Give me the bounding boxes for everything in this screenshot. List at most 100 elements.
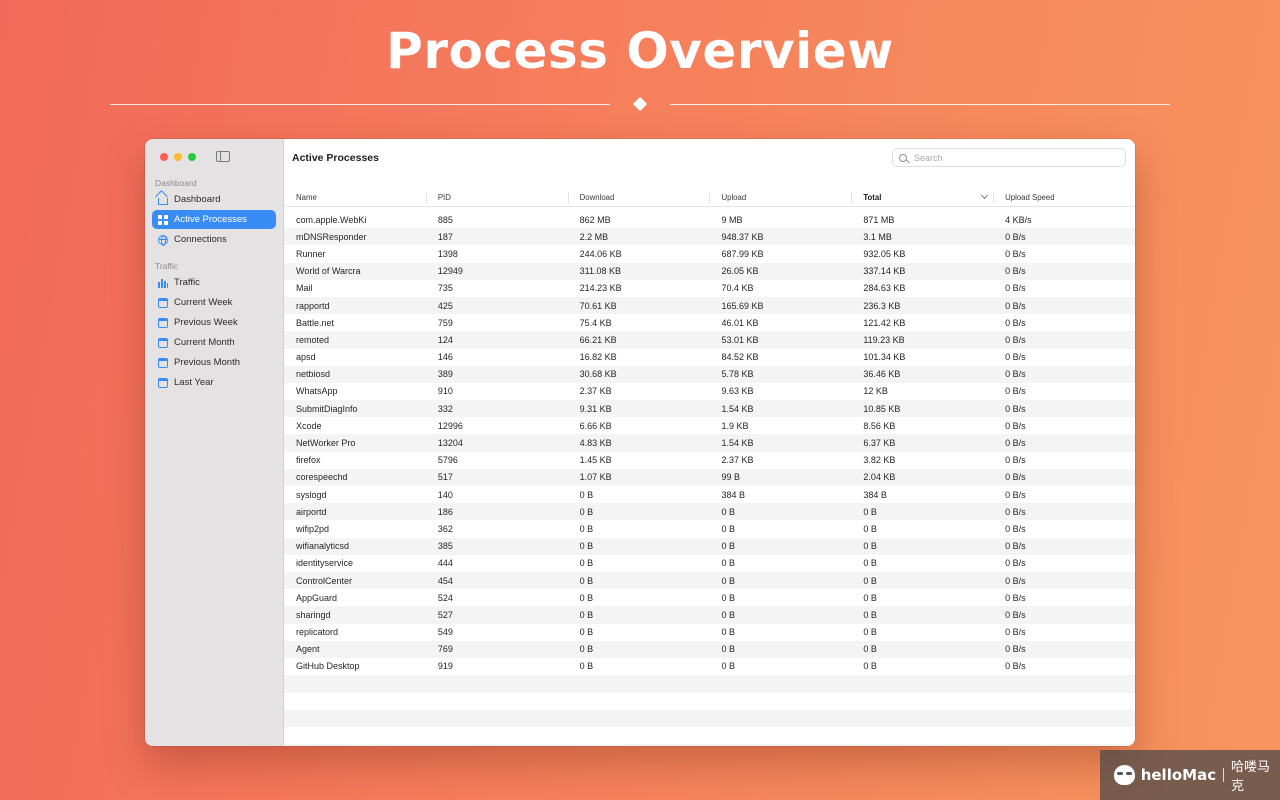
cell-pid: 385	[437, 541, 453, 552]
table-row[interactable]: Agent 769 0 B 0 B 0 B 0 B/s	[284, 640, 1135, 658]
cell-upload: 0 B	[721, 644, 735, 655]
table-row[interactable]: Mail 735 214.23 KB 70.4 KB 284.63 KB 0 B/s	[284, 280, 1135, 297]
cell-download: 862 MB	[579, 214, 611, 225]
table-row[interactable]: netbiosd 389 30.68 KB 5.78 KB 36.46 KB 0 B/s	[284, 365, 1135, 383]
sidebar-item-traffic[interactable]: Traffic	[152, 273, 276, 292]
chevron-down-icon[interactable]	[981, 191, 989, 200]
cell-pid: 549	[437, 627, 453, 638]
cell-pid: 124	[437, 334, 453, 345]
sidebar-item-dashboard[interactable]: Dashboard	[152, 190, 276, 209]
table-row[interactable]: com.apple.WebKi 885 862 MB 9 MB 871 MB 4 KB/s	[284, 211, 1135, 228]
cell-pid: 389	[437, 369, 453, 380]
table-row[interactable]: airportd 186 0 B 0 B 0 B 0 B/s	[284, 503, 1135, 521]
close-window-button[interactable]	[160, 153, 168, 161]
table-row[interactable]: sharingd 527 0 B 0 B 0 B 0 B/s	[284, 606, 1135, 624]
cell-total: 236.3 KB	[863, 300, 901, 311]
cell-upload: 0 B	[721, 523, 735, 534]
sidebar-item-previous-week[interactable]: Previous Week	[152, 313, 276, 332]
cell-download: 2.37 KB	[579, 386, 612, 397]
table-row[interactable]: corespeechd 517 1.07 KB 99 B 2.04 KB 0 B/s	[284, 468, 1135, 486]
cell-total: 384 B	[863, 489, 887, 500]
column-header-total[interactable]: Total	[851, 188, 993, 206]
cell-pid: 444	[437, 558, 453, 569]
cell-upload: 0 B	[721, 592, 735, 603]
cell-upload-speed: 0 B/s	[1005, 300, 1026, 311]
sidebar-item-current-month[interactable]: Current Month	[152, 333, 276, 352]
cell-total: 0 B	[863, 558, 877, 569]
house-icon	[158, 198, 168, 205]
cell-pid: 146	[437, 352, 453, 363]
table-row[interactable]: firefox 5796 1.45 KB 2.37 KB 3.82 KB 0 B/s	[284, 452, 1135, 469]
cell-upload-speed: 0 B/s	[1005, 231, 1026, 242]
table-row[interactable]: GitHub Desktop 919 0 B 0 B 0 B 0 B/s	[284, 658, 1135, 675]
table-row[interactable]: remoted 124 66.21 KB 53.01 KB 119.23 KB 0 B/s	[284, 331, 1135, 349]
hero-title: Process Overview	[386, 22, 894, 80]
cell-pid: 13204	[437, 438, 463, 449]
watermark-chinese: 哈喽马克	[1231, 759, 1271, 793]
column-header-total-label: Total	[863, 192, 882, 202]
column-header-upload[interactable]: Upload	[709, 188, 851, 206]
table-row[interactable]: NetWorker Pro 13204 4.83 KB 1.54 KB 6.37 KB 0…	[284, 434, 1135, 452]
search-input[interactable]	[914, 152, 1114, 163]
column-header-upload-speed[interactable]: Upload Speed	[993, 188, 1135, 206]
table-row[interactable]: syslogd 140 0 B 384 B 384 B 0 B/s	[284, 486, 1135, 503]
search-field[interactable]	[892, 148, 1126, 167]
sidebar: Dashboard Dashboard Active Processes Con…	[145, 139, 284, 746]
cell-upload: 26.05 KB	[721, 266, 759, 277]
cell-upload-speed: 0 B/s	[1005, 317, 1026, 328]
table-row[interactable]: World of Warcra 12949 311.08 KB 26.05 KB 337…	[284, 262, 1135, 280]
cell-upload: 2.37 KB	[721, 455, 754, 466]
table-row[interactable]: wifianalyticsd 385 0 B 0 B 0 B 0 B/s	[284, 537, 1135, 555]
table-row[interactable]: ControlCenter 454 0 B 0 B 0 B 0 B/s	[284, 571, 1135, 590]
column-header-name[interactable]: Name	[284, 188, 426, 206]
watermark: helloMac 哈喽马克	[1100, 750, 1280, 800]
cell-total: 932.05 KB	[863, 248, 906, 259]
sidebar-item-connections[interactable]: Connections	[152, 230, 276, 249]
calendar-icon	[158, 357, 168, 368]
cell-download: 1.45 KB	[579, 455, 612, 466]
sidebar-item-previous-month[interactable]: Previous Month	[152, 353, 276, 372]
cell-pid: 5796	[437, 455, 458, 466]
cell-download: 0 B	[579, 523, 594, 534]
table-row[interactable]: SubmitDiagInfo 332 9.31 KB 1.54 KB 10.85 KB 0…	[284, 400, 1135, 418]
minimize-window-button[interactable]	[174, 153, 182, 161]
column-header-pid[interactable]: PID	[425, 188, 568, 206]
table-row[interactable]: mDNSResponder 187 2.2 MB 948.37 KB 3.1 MB 0 B…	[284, 228, 1135, 246]
table-row[interactable]: replicatord 549 0 B 0 B 0 B 0 B/s	[284, 624, 1135, 641]
sidebar-toggle-icon[interactable]	[216, 151, 230, 162]
cell-download: 0 B	[579, 609, 594, 620]
cell-pid: 524	[437, 592, 453, 603]
cell-upload-speed: 0 B/s	[1005, 644, 1026, 655]
cell-upload-speed: 0 B/s	[1005, 369, 1026, 380]
cell-upload: 1.9 KB	[721, 420, 749, 431]
cell-upload-speed: 0 B/s	[1005, 334, 1026, 345]
cell-total: 0 B	[863, 592, 877, 603]
cell-name: com.apple.WebKi	[296, 214, 367, 225]
table-row[interactable]: wifip2pd 362 0 B 0 B 0 B 0 B/s	[284, 520, 1135, 537]
calendar-icon	[158, 317, 168, 328]
cell-pid: 454	[437, 575, 453, 586]
column-header-download[interactable]: Download	[567, 188, 710, 206]
table-row[interactable]: Battle.net 759 75.4 KB 46.01 KB 121.42 KB 0 B…	[284, 314, 1135, 331]
table-row[interactable]: identityservice 444 0 B 0 B 0 B 0 B/s	[284, 555, 1135, 572]
sidebar-item-active-processes[interactable]: Active Processes	[152, 210, 276, 229]
table-row[interactable]: AppGuard 524 0 B 0 B 0 B 0 B/s	[284, 589, 1135, 606]
cell-download: 75.4 KB	[579, 317, 612, 328]
cell-pid: 885	[437, 214, 453, 225]
cell-upload: 687.99 KB	[721, 248, 764, 259]
cell-total: 0 B	[863, 609, 877, 620]
table-row[interactable]: WhatsApp 910 2.37 KB 9.63 KB 12 KB 0 B/s	[284, 383, 1135, 400]
cell-total: 119.23 KB	[863, 334, 905, 345]
page-title: Active Processes	[292, 152, 379, 164]
table-row[interactable]: rapportd 425 70.61 KB 165.69 KB 236.3 KB 0 B/…	[284, 296, 1135, 315]
table-row[interactable]: Xcode 12996 6.66 KB 1.9 KB 8.56 KB 0 B/s	[284, 417, 1135, 434]
cell-name: sharingd	[296, 609, 331, 620]
cell-upload-speed: 0 B/s	[1005, 523, 1026, 534]
table-row[interactable]: Runner 1398 244.06 KB 687.99 KB 932.05 KB 0 B…	[284, 245, 1135, 262]
sidebar-item-current-week[interactable]: Current Week	[152, 293, 276, 312]
zoom-window-button[interactable]	[188, 153, 196, 161]
sidebar-item-last-year[interactable]: Last Year	[152, 373, 276, 392]
cell-name: rapportd	[296, 300, 330, 311]
table-row[interactable]: apsd 146 16.82 KB 84.52 KB 101.34 KB 0 B/s	[284, 349, 1135, 366]
cell-total: 101.34 KB	[863, 352, 906, 363]
